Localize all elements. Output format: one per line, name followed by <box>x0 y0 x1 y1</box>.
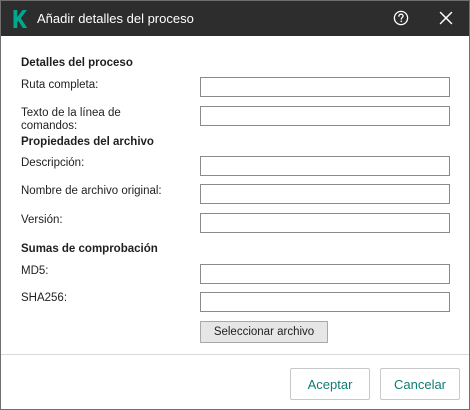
original-file-name-input[interactable] <box>200 184 450 204</box>
md5-input[interactable] <box>200 264 450 284</box>
kaspersky-k-logo-icon <box>12 10 28 28</box>
md5-label: MD5: <box>21 265 49 277</box>
window-title: Añadir detalles del proceso <box>37 11 194 26</box>
dialog-content: Detalles del proceso Ruta completa: Text… <box>1 36 469 354</box>
full-path-label: Ruta completa: <box>21 79 99 91</box>
sha256-label: SHA256: <box>21 292 68 304</box>
cancel-button[interactable]: Cancelar <box>380 368 460 400</box>
select-file-button[interactable]: Seleccionar archivo <box>200 321 328 343</box>
file-properties-heading: Propiedades del archivo <box>21 136 154 148</box>
original-file-name-label: Nombre de archivo original: <box>21 185 162 197</box>
add-process-details-dialog: Añadir detalles del proceso Detalles del… <box>0 0 470 410</box>
checksums-heading: Sumas de comprobación <box>21 243 158 255</box>
sha256-input[interactable] <box>200 292 450 312</box>
description-input[interactable] <box>200 156 450 176</box>
command-line-input[interactable] <box>200 106 450 126</box>
command-line-label: Texto de la línea de comandos: <box>21 107 121 132</box>
close-button[interactable] <box>434 7 458 31</box>
close-x-icon <box>439 11 453 28</box>
help-button[interactable] <box>389 7 413 31</box>
title-bar: Añadir detalles del proceso <box>1 1 469 36</box>
footer-divider <box>1 354 469 355</box>
description-label: Descripción: <box>21 157 85 169</box>
full-path-input[interactable] <box>200 77 450 97</box>
version-input[interactable] <box>200 213 450 233</box>
question-circle-icon <box>393 10 409 29</box>
version-label: Versión: <box>21 214 63 226</box>
accept-button[interactable]: Aceptar <box>290 368 370 400</box>
process-details-heading: Detalles del proceso <box>21 57 133 69</box>
